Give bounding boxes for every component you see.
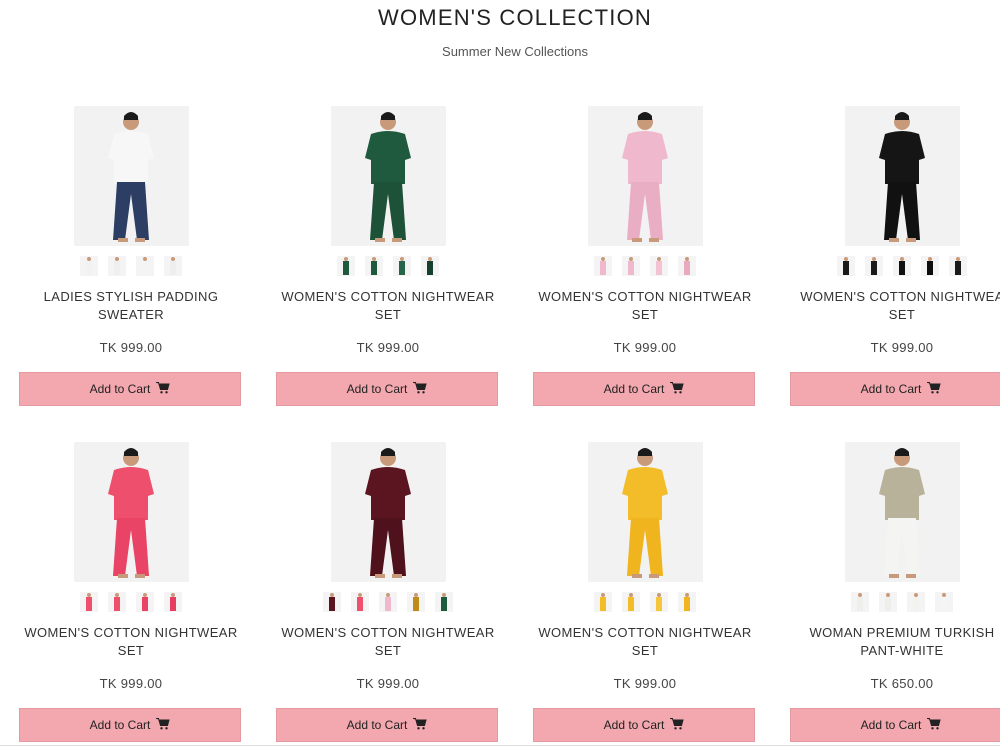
product-image[interactable]	[74, 442, 189, 582]
product-thumbnail[interactable]	[622, 592, 640, 612]
product-thumbnail[interactable]	[837, 256, 855, 276]
product-thumbnail[interactable]	[435, 592, 453, 612]
product-thumbnail[interactable]	[879, 592, 897, 612]
product-image[interactable]	[845, 106, 960, 246]
product-thumbnail[interactable]	[678, 592, 696, 612]
product-thumbnail[interactable]	[594, 592, 612, 612]
product-thumbnails	[790, 256, 1000, 276]
product-thumbnail[interactable]	[407, 592, 425, 612]
product-price: TK 999.00	[99, 340, 163, 355]
product-thumbnail[interactable]	[594, 256, 612, 276]
page-title: WOMEN'S COLLECTION	[378, 5, 652, 30]
add-to-cart-label: Add to Cart	[603, 382, 665, 396]
product-thumbnail[interactable]	[622, 256, 640, 276]
product-price: TK 999.00	[613, 676, 677, 691]
product-name[interactable]: WOMEN'S COTTON NIGHTWEAR SET	[276, 288, 500, 324]
product-thumbnail[interactable]	[421, 256, 439, 276]
product-price: TK 999.00	[870, 340, 934, 355]
add-to-cart-label: Add to Cart	[346, 382, 408, 396]
add-to-cart-button[interactable]: Add to Cart	[19, 708, 241, 742]
product-name[interactable]: WOMEN'S COTTON NIGHTWEA SET	[790, 288, 1000, 324]
product-thumbnail[interactable]	[365, 256, 383, 276]
product-thumbnail[interactable]	[907, 592, 925, 612]
product-thumbnails	[276, 256, 500, 276]
divider	[0, 745, 1000, 746]
add-to-cart-label: Add to Cart	[89, 718, 151, 732]
add-to-cart-button[interactable]: Add to Cart	[790, 372, 1000, 406]
product-thumbnail[interactable]	[136, 256, 154, 276]
product-thumbnail[interactable]	[865, 256, 883, 276]
add-to-cart-label: Add to Cart	[89, 382, 151, 396]
product-image[interactable]	[331, 106, 446, 246]
product-thumbnail[interactable]	[108, 592, 126, 612]
product-thumbnail[interactable]	[80, 256, 98, 276]
product-thumbnail[interactable]	[164, 592, 182, 612]
product-name[interactable]: WOMEN'S COTTON NIGHTWEAR SET	[533, 624, 757, 660]
product-name[interactable]: WOMEN'S COTTON NIGHTWEAR SET	[19, 624, 243, 660]
product-thumbnail[interactable]	[379, 592, 397, 612]
shopping-cart-icon	[927, 717, 941, 733]
product-price: TK 650.00	[870, 676, 934, 691]
product-thumbnail[interactable]	[851, 592, 869, 612]
add-to-cart-label: Add to Cart	[603, 718, 665, 732]
product-thumbnails	[790, 592, 1000, 612]
add-to-cart-button[interactable]: Add to Cart	[276, 708, 498, 742]
product-thumbnail[interactable]	[323, 592, 341, 612]
product-thumbnail[interactable]	[949, 256, 967, 276]
product-thumbnails	[19, 592, 243, 612]
add-to-cart-label: Add to Cart	[860, 718, 922, 732]
product-image[interactable]	[331, 442, 446, 582]
add-to-cart-button[interactable]: Add to Cart	[19, 372, 241, 406]
page-subtitle: Summer New Collections	[442, 44, 588, 59]
product-thumbnail[interactable]	[678, 256, 696, 276]
product-thumbnail[interactable]	[935, 592, 953, 612]
product-thumbnail[interactable]	[80, 592, 98, 612]
add-to-cart-button[interactable]: Add to Cart	[276, 372, 498, 406]
product-thumbnail[interactable]	[337, 256, 355, 276]
add-to-cart-label: Add to Cart	[346, 718, 408, 732]
shopping-cart-icon	[670, 717, 684, 733]
shopping-cart-icon	[156, 717, 170, 733]
product-thumbnails	[533, 592, 757, 612]
product-thumbnail[interactable]	[108, 256, 126, 276]
product-thumbnail[interactable]	[136, 592, 154, 612]
product-price: TK 999.00	[99, 676, 163, 691]
shopping-cart-icon	[670, 381, 684, 397]
add-to-cart-button[interactable]: Add to Cart	[533, 372, 755, 406]
product-price: TK 999.00	[613, 340, 677, 355]
product-name[interactable]: WOMEN'S COTTON NIGHTWEAR SET	[533, 288, 757, 324]
shopping-cart-icon	[156, 381, 170, 397]
collection-header: WOMEN'S COLLECTION Summer New Collection…	[0, 4, 1000, 60]
product-thumbnail[interactable]	[393, 256, 411, 276]
add-to-cart-label: Add to Cart	[860, 382, 922, 396]
product-thumbnails	[276, 592, 500, 612]
shopping-cart-icon	[927, 381, 941, 397]
product-thumbnail[interactable]	[164, 256, 182, 276]
product-name[interactable]: WOMAN PREMIUM TURKISH PANT-WHITE	[790, 624, 1000, 660]
shopping-cart-icon	[413, 381, 427, 397]
product-thumbnails	[533, 256, 757, 276]
product-price: TK 999.00	[356, 676, 420, 691]
product-image[interactable]	[845, 442, 960, 582]
product-thumbnails	[19, 256, 243, 276]
product-image[interactable]	[588, 106, 703, 246]
product-thumbnail[interactable]	[351, 592, 369, 612]
product-thumbnail[interactable]	[893, 256, 911, 276]
add-to-cart-button[interactable]: Add to Cart	[533, 708, 755, 742]
shopping-cart-icon	[413, 717, 427, 733]
product-name[interactable]: LADIES STYLISH PADDING SWEATER	[19, 288, 243, 324]
product-name[interactable]: WOMEN'S COTTON NIGHTWEAR SET	[276, 624, 500, 660]
add-to-cart-button[interactable]: Add to Cart	[790, 708, 1000, 742]
product-thumbnail[interactable]	[650, 592, 668, 612]
product-thumbnail[interactable]	[921, 256, 939, 276]
product-image[interactable]	[588, 442, 703, 582]
product-price: TK 999.00	[356, 340, 420, 355]
product-image[interactable]	[74, 106, 189, 246]
product-thumbnail[interactable]	[650, 256, 668, 276]
